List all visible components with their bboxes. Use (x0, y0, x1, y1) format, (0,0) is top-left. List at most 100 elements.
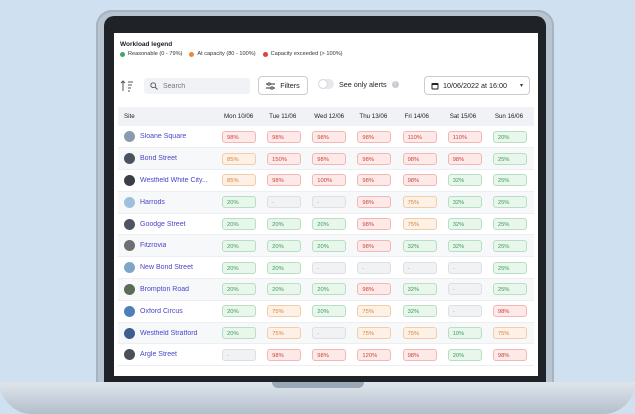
site-link[interactable]: Argle Street (122, 349, 214, 361)
capacity-badge[interactable]: 98% (222, 130, 256, 143)
capacity-badge[interactable]: 98% (357, 239, 392, 252)
capacity-badge[interactable]: - (312, 327, 347, 340)
capacity-badge[interactable]: 25% (492, 283, 527, 296)
site-name[interactable]: Fitzrovia (140, 242, 166, 249)
capacity-badge[interactable]: - (357, 261, 392, 274)
capacity-badge[interactable]: 98% (402, 174, 437, 187)
capacity-badge[interactable]: 98% (357, 152, 392, 165)
site-link[interactable]: Goodge Street (122, 218, 214, 230)
capacity-badge[interactable]: 32% (402, 283, 437, 296)
capacity-badge[interactable]: 98% (357, 130, 392, 143)
capacity-badge[interactable]: 20% (312, 218, 347, 231)
site-name[interactable]: Goodge Street (140, 221, 186, 228)
site-name[interactable]: Brompton Road (140, 286, 189, 293)
capacity-badge[interactable]: 75% (357, 305, 392, 318)
site-name[interactable]: Argle Street (140, 351, 177, 358)
capacity-badge[interactable]: 20% (267, 218, 302, 231)
capacity-badge[interactable]: 120% (357, 348, 392, 361)
capacity-badge[interactable]: 98% (492, 348, 527, 361)
capacity-badge[interactable]: 25% (492, 239, 527, 252)
capacity-badge[interactable]: - (267, 196, 302, 209)
capacity-badge[interactable]: 75% (357, 327, 392, 340)
site-name[interactable]: Oxford Circus (140, 308, 183, 315)
capacity-badge[interactable]: 98% (402, 348, 437, 361)
capacity-badge[interactable]: 75% (492, 327, 527, 340)
capacity-badge[interactable]: 20% (312, 239, 347, 252)
capacity-badge[interactable]: 20% (222, 305, 256, 318)
capacity-badge[interactable]: 85% (222, 174, 256, 187)
date-picker-button[interactable]: 10/06/2022 at 16:00 ▾ (424, 76, 530, 95)
capacity-badge[interactable]: 75% (267, 327, 302, 340)
capacity-badge[interactable]: 98% (267, 130, 302, 143)
capacity-badge[interactable]: 32% (402, 305, 437, 318)
capacity-badge[interactable]: 98% (357, 196, 392, 209)
capacity-badge[interactable]: - (447, 305, 482, 318)
site-link[interactable]: Westfield Stratford (122, 327, 214, 339)
capacity-badge[interactable]: 20% (222, 196, 256, 209)
capacity-badge[interactable]: 32% (447, 174, 482, 187)
capacity-badge[interactable]: - (447, 283, 482, 296)
capacity-badge[interactable]: 98% (357, 174, 392, 187)
site-name[interactable]: New Bond Street (140, 264, 193, 271)
capacity-badge[interactable]: 75% (402, 327, 437, 340)
capacity-badge[interactable]: 98% (357, 283, 392, 296)
capacity-badge[interactable]: 20% (222, 327, 256, 340)
capacity-badge[interactable]: 25% (492, 261, 527, 274)
capacity-badge[interactable]: 32% (447, 239, 482, 252)
site-name[interactable]: Westfield Stratford (140, 330, 197, 337)
capacity-badge[interactable]: 32% (402, 239, 437, 252)
capacity-badge[interactable]: 32% (447, 196, 482, 209)
capacity-badge[interactable]: 20% (312, 283, 347, 296)
search-box[interactable] (144, 78, 250, 94)
capacity-badge[interactable]: 20% (222, 261, 256, 274)
capacity-badge[interactable]: 25% (492, 218, 527, 231)
capacity-badge[interactable]: 75% (402, 218, 437, 231)
filters-button[interactable]: Filters (258, 76, 308, 95)
capacity-badge[interactable]: - (312, 196, 347, 209)
sort-icon[interactable] (120, 79, 134, 93)
capacity-badge[interactable]: - (222, 348, 256, 361)
capacity-badge[interactable]: 20% (492, 130, 527, 143)
capacity-badge[interactable]: 98% (447, 152, 482, 165)
capacity-badge[interactable]: 20% (222, 283, 256, 296)
site-link[interactable]: Fitzrovia (122, 240, 214, 252)
capacity-badge[interactable]: 25% (492, 196, 527, 209)
site-link[interactable]: Sloane Square (122, 131, 214, 143)
site-link[interactable]: Harrods (122, 196, 214, 208)
site-link[interactable]: Westfield White City... (122, 174, 214, 186)
capacity-badge[interactable]: 100% (312, 174, 347, 187)
capacity-badge[interactable]: 32% (447, 218, 482, 231)
alerts-toggle[interactable] (318, 79, 334, 89)
site-name[interactable]: Bond Street (140, 155, 177, 162)
capacity-badge[interactable]: 25% (492, 152, 527, 165)
capacity-badge[interactable]: 110% (402, 130, 437, 143)
capacity-badge[interactable]: 20% (267, 261, 302, 274)
capacity-badge[interactable]: 75% (267, 305, 302, 318)
capacity-badge[interactable]: 25% (492, 174, 527, 187)
capacity-badge[interactable]: 85% (222, 152, 256, 165)
capacity-badge[interactable]: 98% (312, 130, 347, 143)
site-link[interactable]: Oxford Circus (122, 305, 214, 317)
capacity-badge[interactable]: 98% (492, 305, 527, 318)
search-input[interactable] (163, 82, 243, 90)
capacity-badge[interactable]: 98% (357, 218, 392, 231)
capacity-badge[interactable]: 20% (267, 283, 302, 296)
capacity-badge[interactable]: 20% (222, 218, 256, 231)
capacity-badge[interactable]: 20% (447, 348, 482, 361)
capacity-badge[interactable]: 98% (312, 152, 347, 165)
site-name[interactable]: Harrods (140, 199, 165, 206)
site-name[interactable]: Sloane Square (140, 133, 186, 140)
capacity-badge[interactable]: 75% (402, 196, 437, 209)
capacity-badge[interactable]: 98% (267, 348, 302, 361)
capacity-badge[interactable]: 10% (447, 327, 482, 340)
info-icon[interactable]: i (391, 80, 399, 88)
site-link[interactable]: New Bond Street (122, 262, 214, 274)
capacity-badge[interactable]: - (402, 261, 437, 274)
site-link[interactable]: Brompton Road (122, 283, 214, 295)
capacity-badge[interactable]: 98% (312, 348, 347, 361)
capacity-badge[interactable]: 98% (267, 174, 302, 187)
site-name[interactable]: Westfield White City... (140, 177, 208, 184)
capacity-badge[interactable]: 98% (402, 152, 437, 165)
capacity-badge[interactable]: 150% (267, 152, 302, 165)
site-link[interactable]: Bond Street (122, 153, 214, 165)
